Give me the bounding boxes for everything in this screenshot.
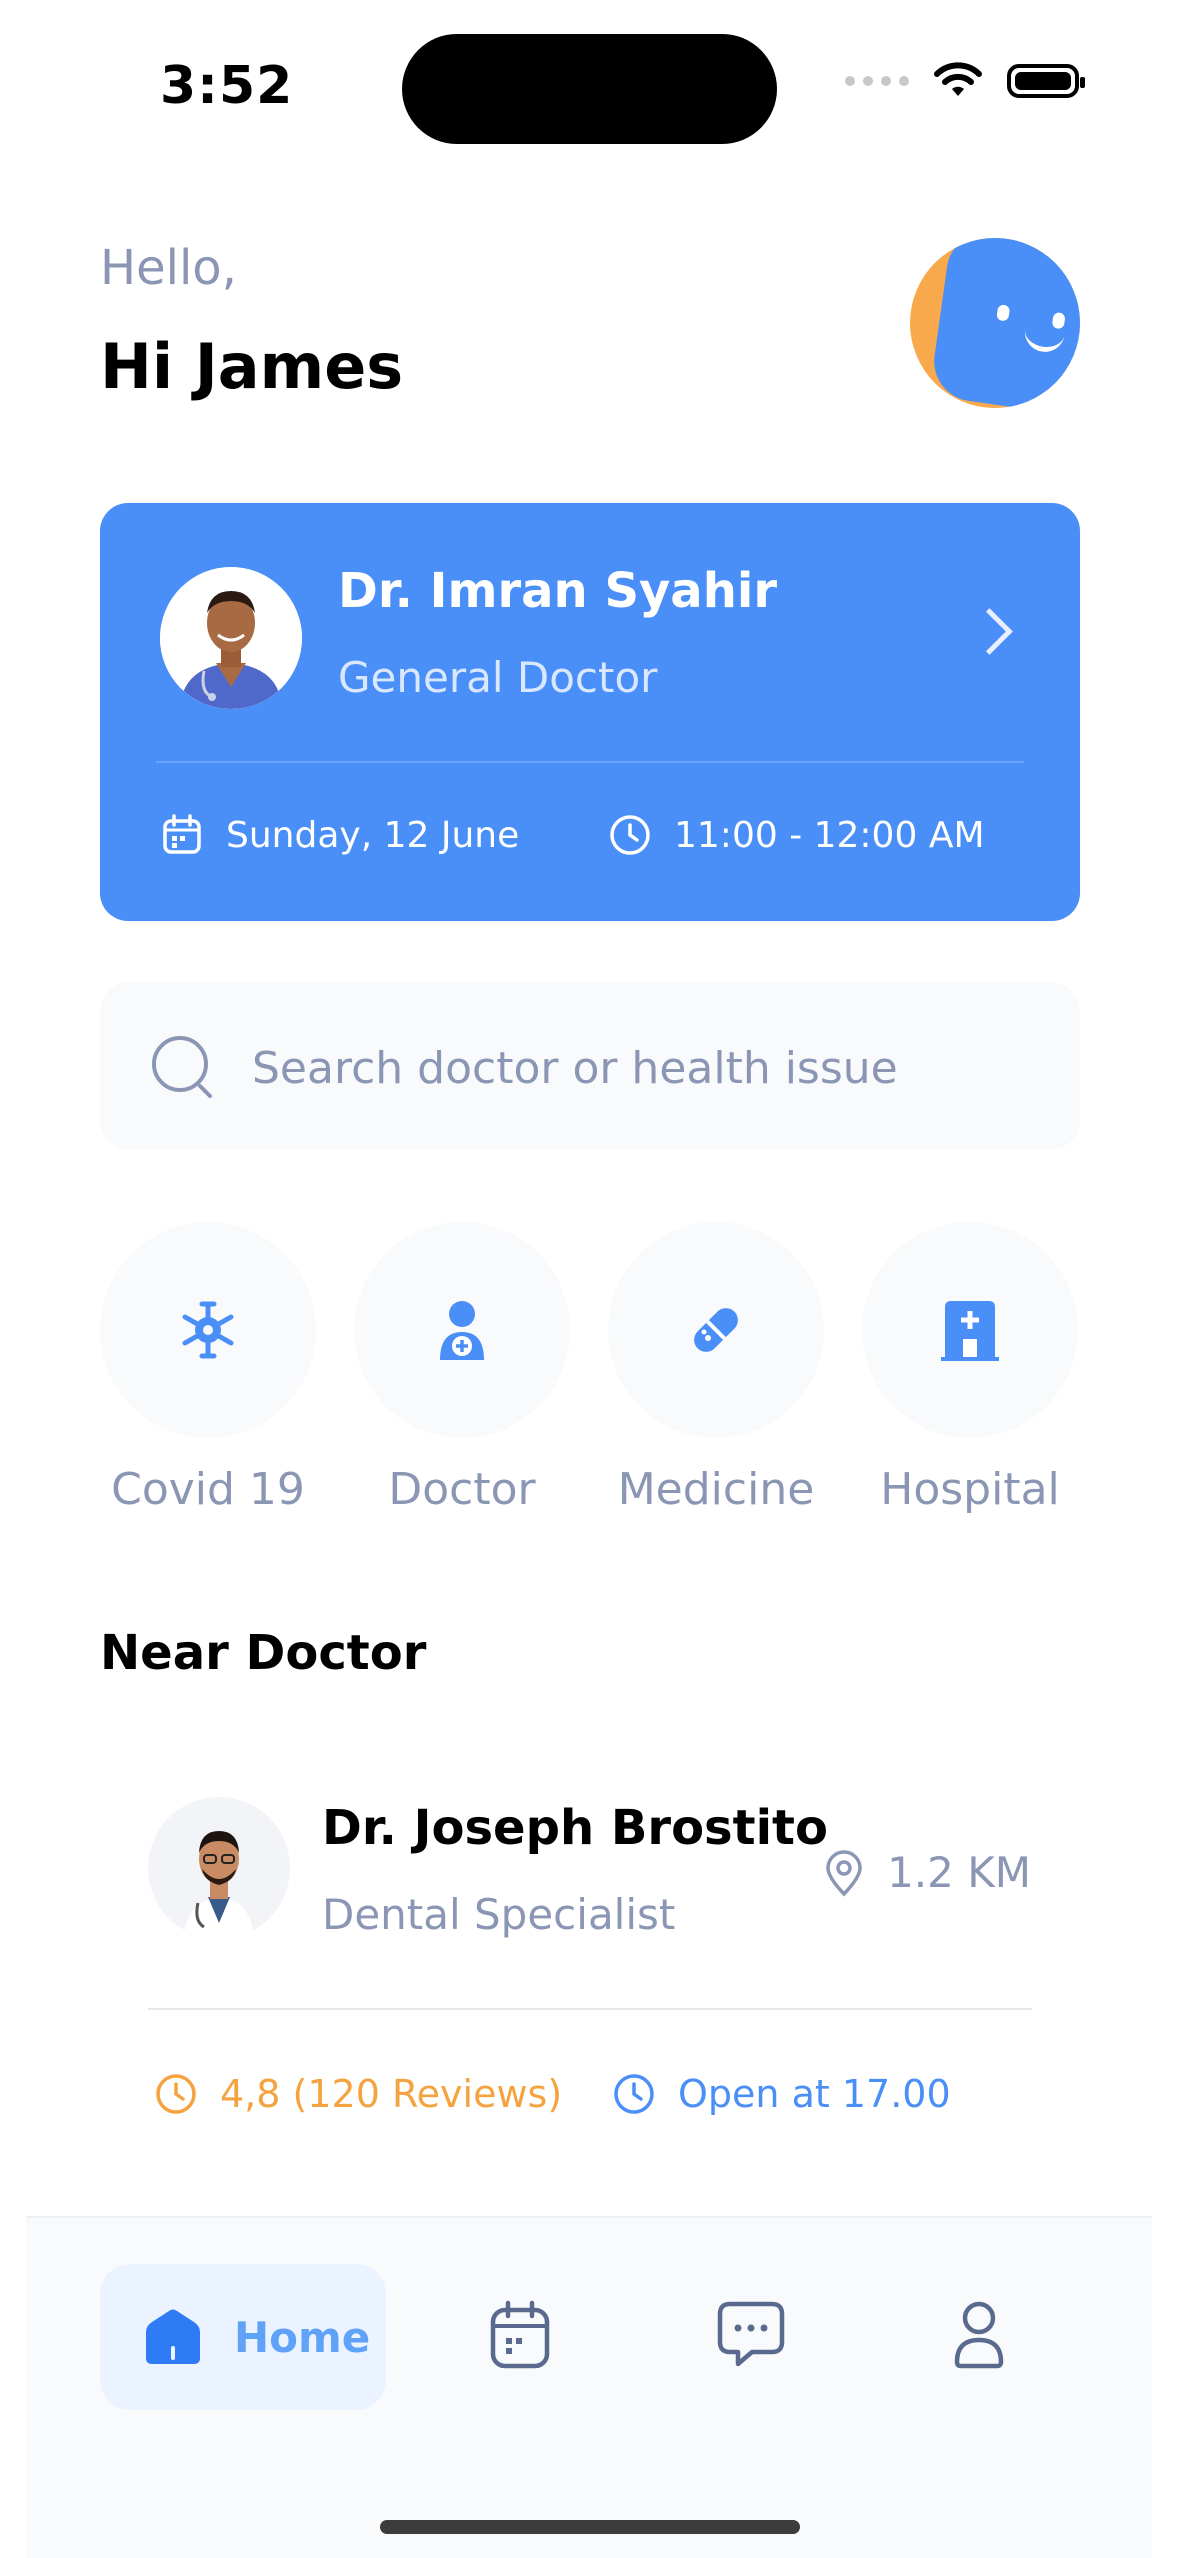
home-icon (146, 2309, 200, 2364)
status-icons (845, 62, 1085, 100)
category-doctor[interactable]: Doctor (354, 1222, 570, 1515)
category-label: Covid 19 (111, 1464, 305, 1515)
avatar-eye (996, 304, 1011, 322)
avatar-smile (1022, 326, 1066, 355)
category-circle (608, 1222, 824, 1438)
pill-icon (694, 1308, 738, 1352)
signal-icon (845, 76, 909, 86)
category-circle (862, 1222, 1078, 1438)
avatar-eye (1051, 311, 1066, 330)
appointment-date: Sunday, 12 June (160, 813, 519, 857)
greeting-text: Hello, (100, 240, 237, 296)
location-pin-icon (826, 1849, 862, 1897)
profile-icon[interactable] (952, 2300, 1006, 2370)
bottom-nav: Home (26, 2216, 1152, 2558)
doctor-photo (160, 567, 302, 709)
calendar-icon[interactable] (488, 2300, 552, 2370)
appointment-doctor-role: General Doctor (338, 653, 658, 702)
search-bar[interactable] (100, 982, 1080, 1150)
nav-home-label: Home (234, 2312, 371, 2362)
virus-icon (182, 1301, 234, 1359)
avatar-face (928, 238, 1080, 408)
near-doctor-distance: 1.2 KM (823, 1848, 1031, 1897)
clock-icon (614, 2074, 654, 2114)
search-input[interactable] (250, 1028, 1034, 1108)
user-name: Hi James (100, 330, 404, 403)
clock-icon (156, 2074, 196, 2114)
dynamic-island (402, 34, 777, 144)
divider (156, 761, 1024, 763)
appointment-time: 11:00 - 12:00 AM (608, 813, 985, 857)
wifi-icon (934, 62, 982, 96)
appointment-card[interactable]: Dr. Imran Syahir General Doctor Sunday, … (100, 503, 1080, 921)
section-title: Near Doctor (100, 1625, 427, 1681)
distance-text: 1.2 KM (887, 1848, 1031, 1897)
category-covid[interactable]: Covid 19 (100, 1222, 316, 1515)
battery-icon (1007, 64, 1085, 98)
category-label: Medicine (617, 1464, 815, 1515)
home-indicator (380, 2520, 800, 2534)
doctor-icon (440, 1301, 484, 1360)
category-medicine[interactable]: Medicine (608, 1222, 824, 1515)
open-info: Open at 17.00 (612, 2072, 951, 2116)
category-circle (100, 1222, 316, 1438)
rating-info: 4,8 (120 Reviews) (154, 2072, 562, 2116)
near-doctor-name[interactable]: Dr. Joseph Brostito (322, 1800, 828, 1856)
category-label: Doctor (388, 1464, 536, 1515)
calendar-icon (163, 814, 201, 854)
chat-icon[interactable] (716, 2300, 786, 2368)
nav-home[interactable]: Home (100, 2264, 386, 2410)
category-circle (354, 1222, 570, 1438)
near-doctor-photo (148, 1797, 290, 1939)
appointment-doctor-name: Dr. Imran Syahir (338, 563, 777, 619)
appointment-date-text: Sunday, 12 June (226, 814, 520, 856)
appointment-time-text: 11:00 - 12:00 AM (674, 814, 985, 856)
near-doctor-specialty: Dental Specialist (322, 1890, 676, 1939)
doctor-portrait (148, 1797, 290, 1939)
hospital-icon (941, 1301, 999, 1361)
category-label: Hospital (880, 1464, 1060, 1515)
divider (148, 2008, 1032, 2010)
search-icon (152, 1036, 212, 1098)
status-time: 3:52 (160, 56, 294, 116)
avatar[interactable] (910, 238, 1080, 408)
doctor-portrait (160, 567, 302, 709)
category-hospital[interactable]: Hospital (862, 1222, 1078, 1515)
rating-text: 4,8 (120 Reviews) (220, 2072, 563, 2116)
clock-icon (610, 815, 650, 855)
open-text: Open at 17.00 (678, 2072, 951, 2116)
chevron-right-icon[interactable] (966, 608, 1013, 655)
